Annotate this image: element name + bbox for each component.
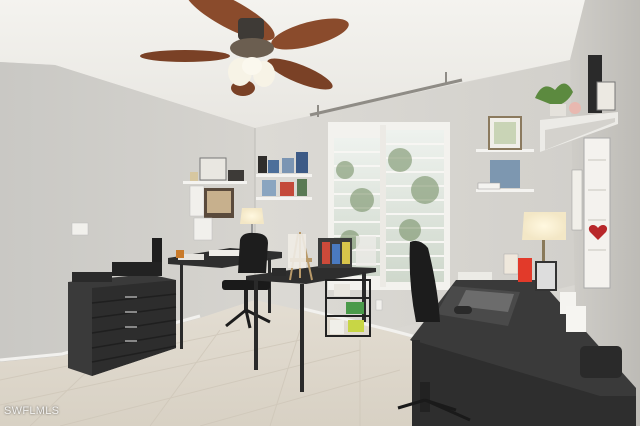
watermark: SWFLMLS [4, 405, 60, 417]
wall-outlet [375, 299, 383, 311]
office-photo: SWFLMLS [0, 0, 640, 426]
back-wall-shelf-left [256, 152, 312, 200]
room-illustration [0, 0, 640, 426]
light-switch [71, 222, 89, 236]
